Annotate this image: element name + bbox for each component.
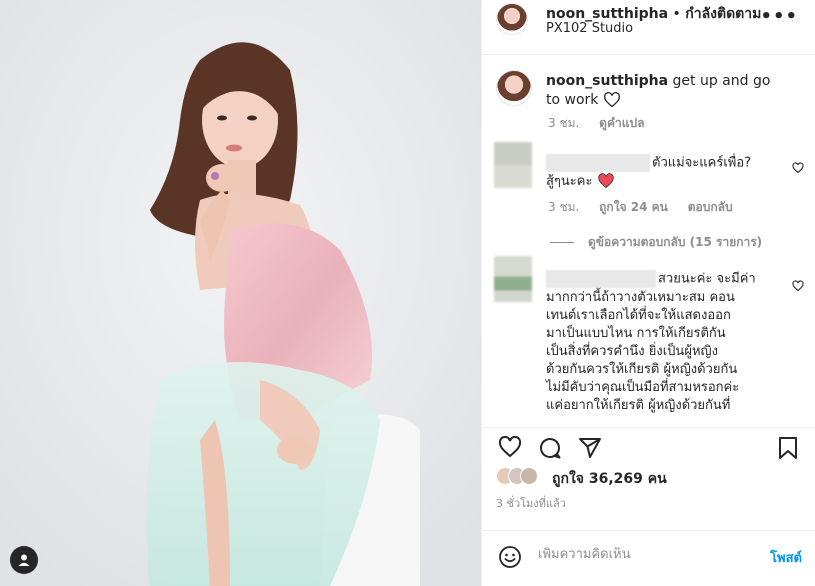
commenter-2-name-blurred[interactable] (546, 270, 656, 288)
caption-username[interactable]: noon_sutthipha (546, 73, 668, 89)
author-avatar[interactable] (496, 3, 528, 35)
commenter-2-avatar-blurred[interactable] (494, 256, 532, 302)
comment-1-text: ตัวแม่จะแคร์เพื่อ? (652, 155, 752, 171)
more-icon[interactable]: ••• (760, 6, 798, 27)
comment-2-line-3: มาเป็นแบบไหน การให้เกียรติกัน (546, 325, 726, 341)
commenter-avatar-blurred[interactable] (494, 142, 532, 188)
location-link[interactable]: PX102 Studio (546, 21, 633, 36)
share-icon[interactable] (578, 436, 602, 460)
comment-2-line-1: มากกว่านี้ถ้าวางตัวเหมาะสม คอน (546, 289, 735, 305)
post-header: noon_sutthipha • กำลังติดตาม PX102 Studi… (482, 0, 815, 55)
comment-2-line-6: ไม่มีคับว่าคุณเป็นมือที่สามหรอกค่ะ (546, 379, 740, 395)
comment-2-line-5: ด้วยกันควรให้เกียรติ ผู้หญิงด้วยกัน (546, 361, 738, 377)
heart-icon[interactable] (498, 436, 522, 458)
photo-illustration (0, 0, 481, 586)
view-replies-button[interactable]: ดูข้อความตอบกลับ (15 รายการ) (550, 233, 762, 252)
liker-avatar[interactable] (520, 467, 538, 485)
comment-input[interactable] (538, 547, 748, 562)
comment-2-heart-icon[interactable] (792, 280, 804, 292)
post-timestamp[interactable]: 3 ชั่วโมงที่แล้ว (496, 494, 566, 512)
caption-text-block: noon_sutthipha get up and go to work (546, 72, 786, 110)
bookmark-icon[interactable] (778, 436, 798, 460)
red-heart-emoji-icon (597, 173, 614, 189)
post-comment-button[interactable]: โพสต์ (770, 547, 802, 568)
comment-1-time: 3 ชม. (548, 200, 580, 214)
author-username[interactable]: noon_sutthipha (546, 6, 668, 22)
likes-count[interactable]: ถูกใจ 36,269 คน (552, 468, 667, 490)
comment-2-text-block: สวยนะค่ะ จะมีค่า มากกว่านี้ถ้าวางตัวเหมา… (546, 270, 786, 415)
comment-1-heart-icon[interactable] (792, 162, 804, 174)
comment-2-line-0: สวยนะค่ะ จะมีค่า (658, 271, 756, 287)
post-side-panel: noon_sutthipha • กำลังติดตาม PX102 Studi… (481, 0, 815, 586)
comment-2-line-4: เป็นสิ่งที่ควรคำนึง ยิ่งเป็นผู้หญิง (546, 343, 718, 359)
comment-1-text-block: ตัวแม่จะแคร์เพื่อ? สู้ๆนะคะ (546, 154, 786, 191)
caption-time: 3 ชม. (548, 116, 580, 130)
follow-status[interactable]: กำลังติดตาม (685, 6, 761, 22)
action-bar (482, 427, 815, 467)
emoji-icon[interactable] (498, 545, 522, 569)
comment-1-reply-button[interactable]: ตอบกลับ (688, 200, 733, 214)
caption-avatar[interactable] (496, 70, 532, 106)
user-tag-icon[interactable] (10, 546, 38, 574)
post-photo[interactable] (0, 0, 481, 586)
comment-2-line-2: เทนต์เราเลือกได้ที่จะให้แสดงออก (546, 307, 731, 323)
commenter-name-blurred[interactable] (546, 154, 650, 172)
comment-1-meta: 3 ชม. ถูกใจ 24 คน ตอบกลับ (548, 198, 733, 217)
comment-1-likes[interactable]: ถูกใจ 24 คน (599, 200, 668, 214)
separator: • (668, 6, 686, 22)
translate-link[interactable]: ดูคำแปล (599, 116, 644, 130)
comment-2-line-7: แค่อยากให้เกียรติ ผู้หญิงด้วยกันที่ (546, 397, 731, 413)
add-comment-bar: โพสต์ (482, 530, 815, 586)
comments-section[interactable]: noon_sutthipha get up and go to work 3 ช… (482, 56, 815, 427)
comment-1-text-2: สู้ๆนะคะ (546, 173, 593, 189)
white-heart-emoji-icon (603, 92, 620, 108)
caption-meta: 3 ชม. ดูคำแปล (548, 114, 644, 133)
comment-icon[interactable] (538, 436, 562, 460)
